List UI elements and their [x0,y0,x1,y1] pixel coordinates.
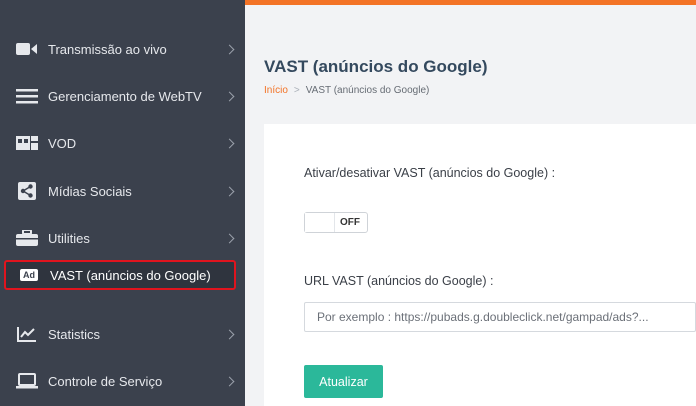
chevron-right-icon [224,138,235,148]
sidebar-item-vast[interactable]: Ad VAST (anúncios do Google) [4,260,236,290]
toolbox-icon [16,229,38,247]
sidebar-item-service-control[interactable]: Controle de Serviço [0,358,245,404]
ad-badge: Ad [20,269,38,281]
chart-line-icon [16,325,38,343]
breadcrumb-separator-icon: > [293,85,300,96]
vast-toggle-label: Ativar/desativar VAST (anúncios do Googl… [304,166,556,180]
sidebar-item-label: Controle de Serviço [48,373,163,389]
video-camera-icon [16,40,38,58]
hamburger-menu-icon [16,87,38,105]
sidebar-item-live[interactable]: Transmissão ao vivo [0,26,245,72]
share-icon [16,182,38,200]
sidebar-item-label: Mídias Sociais [48,183,132,199]
chevron-right-icon [224,329,235,339]
sidebar-item-label: Statistics [48,326,101,342]
sidebar-item-label: VAST (anúncios do Google) [50,267,211,283]
laptop-icon [16,372,38,390]
chevron-right-icon [224,44,235,54]
page-title: VAST (anúncios do Google) [264,57,488,76]
sidebar-item-label: Utilities [48,230,90,246]
sidebar-item-utilities[interactable]: Utilities [0,215,245,261]
film-icon [16,134,38,152]
ad-badge-icon: Ad [18,266,40,284]
vast-toggle-switch[interactable]: OFF [304,212,368,233]
breadcrumb-home-link[interactable]: Início [264,85,288,96]
chevron-right-icon [224,233,235,243]
toggle-state-text: OFF [340,217,360,228]
chevron-right-icon [224,186,235,196]
vast-url-input[interactable] [304,302,696,332]
sidebar-item-vod[interactable]: VOD [0,120,245,166]
sidebar-item-statistics[interactable]: Statistics [0,311,245,357]
toggle-knob [305,213,335,232]
sidebar-item-label: Gerenciamento de WebTV [48,88,202,104]
sidebar: Transmissão ao vivo Gerenciamento de Web… [0,0,245,406]
sidebar-item-social[interactable]: Mídias Sociais [0,168,245,214]
chevron-right-icon [224,376,235,386]
update-button[interactable]: Atualizar [304,365,383,398]
sidebar-item-label: VOD [48,135,77,151]
chevron-right-icon [224,91,235,101]
breadcrumb: Início > VAST (anúncios do Google) [264,85,429,96]
sidebar-item-label: Transmissão ao vivo [48,41,167,57]
vast-url-label: URL VAST (anúncios do Google) : [304,274,494,288]
sidebar-item-webtv[interactable]: Gerenciamento de WebTV [0,73,245,119]
breadcrumb-current: VAST (anúncios do Google) [305,85,430,96]
top-accent-bar [245,0,696,5]
